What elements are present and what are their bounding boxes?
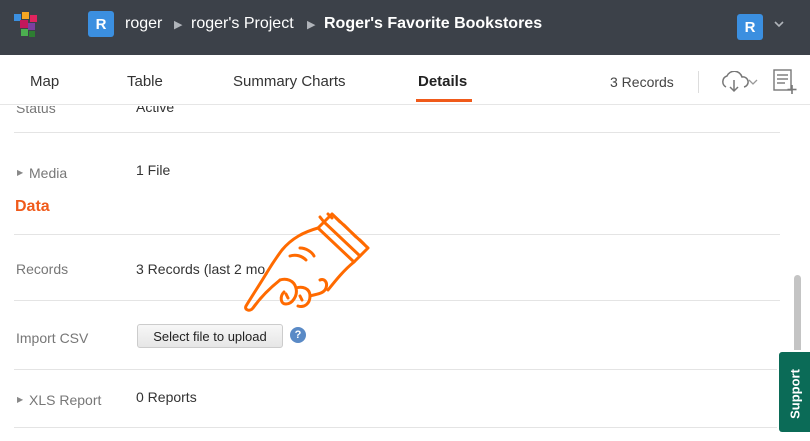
support-label: Support bbox=[787, 369, 803, 419]
top-bar: R roger ▶ roger's Project ▶ Roger's Favo… bbox=[0, 0, 810, 55]
xls-report-label[interactable]: XLS Report bbox=[29, 392, 101, 408]
status-value: Active bbox=[136, 106, 175, 115]
breadcrumb-user[interactable]: roger bbox=[125, 15, 162, 33]
support-tab[interactable]: Support bbox=[777, 350, 810, 434]
xls-report-value: 0 Reports bbox=[136, 389, 197, 405]
media-value: 1 File bbox=[136, 162, 171, 178]
divider bbox=[14, 369, 780, 370]
details-panel: Status Active ▶ Media 1 File Data Record… bbox=[0, 106, 810, 441]
app-logo-icon[interactable] bbox=[12, 10, 44, 42]
breadcrumb-map-title[interactable]: Roger's Favorite Bookstores bbox=[324, 15, 542, 33]
chevron-down-icon[interactable] bbox=[772, 17, 786, 31]
divider bbox=[14, 132, 780, 133]
disclosure-caret-icon[interactable]: ▶ bbox=[17, 395, 23, 404]
disclosure-caret-icon[interactable]: ▶ bbox=[17, 168, 23, 177]
add-to-list-icon[interactable] bbox=[773, 69, 797, 95]
cloud-download-icon[interactable] bbox=[719, 71, 759, 93]
toolbar-divider bbox=[698, 71, 699, 93]
breadcrumb-arrow-icon: ▶ bbox=[307, 19, 316, 31]
status-label: Status bbox=[16, 106, 56, 116]
active-tab-indicator bbox=[416, 99, 472, 102]
import-csv-label: Import CSV bbox=[16, 330, 89, 346]
account-avatar[interactable]: R bbox=[737, 14, 763, 40]
tab-table[interactable]: Table bbox=[127, 73, 163, 90]
tab-summary-charts[interactable]: Summary Charts bbox=[233, 73, 346, 90]
tab-bar: Map Table Summary Charts Details 3 Recor… bbox=[0, 55, 810, 105]
media-label[interactable]: Media bbox=[29, 165, 67, 181]
breadcrumb-project[interactable]: roger's Project bbox=[191, 15, 294, 33]
records-count: 3 Records bbox=[610, 74, 674, 90]
records-label: Records bbox=[16, 261, 69, 277]
tab-map[interactable]: Map bbox=[30, 73, 59, 90]
divider bbox=[14, 427, 780, 428]
divider bbox=[14, 234, 780, 235]
help-icon[interactable]: ? bbox=[290, 327, 306, 343]
select-file-button[interactable]: Select file to upload bbox=[137, 324, 283, 348]
user-avatar[interactable]: R bbox=[88, 11, 114, 37]
pointing-hand-icon bbox=[244, 212, 370, 312]
tab-details[interactable]: Details bbox=[418, 73, 467, 90]
data-section-title: Data bbox=[15, 198, 50, 215]
divider bbox=[14, 300, 780, 301]
breadcrumb-arrow-icon: ▶ bbox=[174, 19, 183, 31]
